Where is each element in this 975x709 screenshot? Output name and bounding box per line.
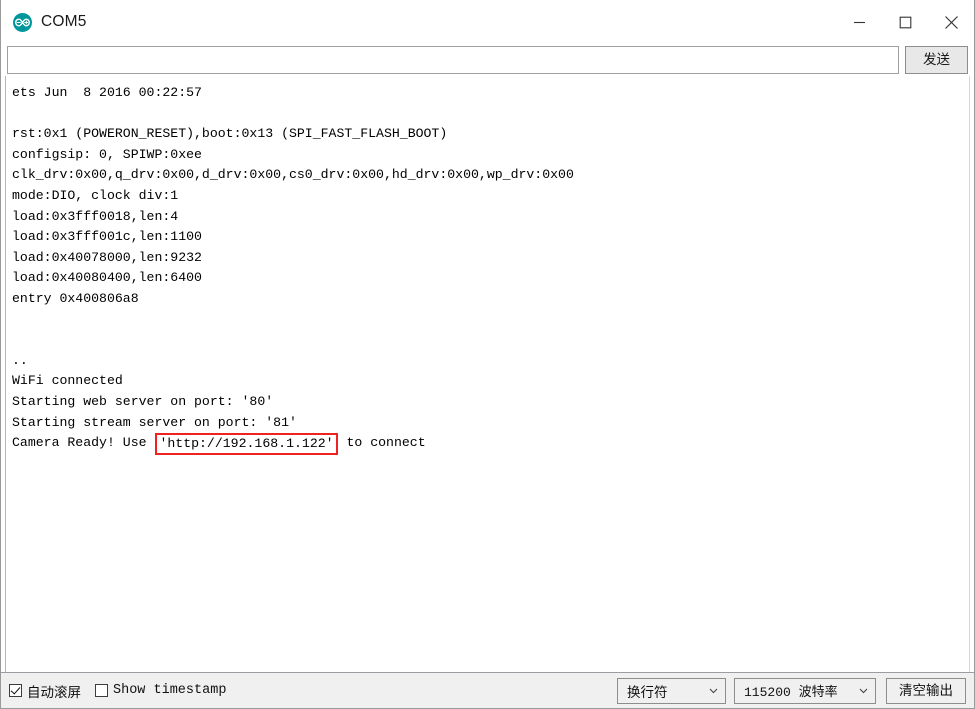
show-timestamp-checkbox[interactable]: [95, 684, 108, 697]
minimize-button[interactable]: [836, 0, 882, 44]
console-line: clk_drv:0x00,q_drv:0x00,d_drv:0x00,cs0_d…: [12, 167, 574, 183]
console-line: load:0x40080400,len:6400: [12, 270, 202, 286]
console-line-text: Camera Ready! Use: [12, 435, 155, 451]
line-ending-select[interactable]: 换行符: [617, 677, 726, 704]
bottom-toolbar: 自动滚屏 Show timestamp 换行符 115200 波特率 清空输出: [1, 672, 974, 708]
console-output-area[interactable]: ets Jun 8 2016 00:22:57 rst:0x1 (POWERON…: [5, 76, 970, 672]
baud-rate-select[interactable]: 115200 波特率: [734, 677, 876, 704]
minimize-icon: [853, 21, 865, 23]
maximize-icon: [899, 16, 911, 28]
console-line: rst:0x1 (POWERON_RESET),boot:0x13 (SPI_F…: [12, 126, 448, 142]
title-bar-left: COM5: [1, 12, 87, 32]
window-title: COM5: [41, 13, 87, 30]
console-line: WiFi connected: [12, 373, 123, 389]
serial-monitor-window: COM5 发送 ets Jun 8 2016 00:22:57 rst:0x1 …: [0, 0, 975, 709]
console-line: Camera Ready! Use 'http://192.168.1.122'…: [12, 433, 969, 456]
show-timestamp-label: Show timestamp: [113, 683, 227, 698]
arduino-infinity-icon: [13, 12, 32, 32]
console-line: ..: [12, 352, 28, 368]
console-text: ets Jun 8 2016 00:22:57 rst:0x1 (POWERON…: [6, 76, 969, 456]
highlighted-url: 'http://192.168.1.122': [155, 433, 338, 456]
title-bar: COM5: [1, 0, 974, 44]
maximize-button[interactable]: [882, 0, 928, 44]
console-line: configsip: 0, SPIWP:0xee: [12, 146, 202, 162]
autoscroll-checkbox[interactable]: [9, 684, 22, 697]
close-icon: [944, 15, 958, 29]
autoscroll-checkbox-group[interactable]: 自动滚屏: [9, 681, 81, 701]
window-controls: [836, 0, 974, 44]
console-line: Starting web server on port: '80': [12, 393, 274, 409]
line-ending-value: 换行符: [627, 684, 668, 700]
console-line: mode:DIO, clock div:1: [12, 187, 179, 203]
console-line-text: to connect: [338, 435, 426, 451]
baud-rate-value: 115200 波特率: [744, 685, 838, 700]
clear-output-button[interactable]: 清空输出: [886, 677, 966, 704]
chevron-down-icon: [709, 688, 718, 694]
show-timestamp-checkbox-group[interactable]: Show timestamp: [95, 683, 226, 698]
console-line: Starting stream server on port: '81': [12, 414, 297, 430]
send-input[interactable]: [7, 46, 899, 74]
console-line: entry 0x400806a8: [12, 290, 139, 306]
autoscroll-label: 自动滚屏: [27, 684, 81, 700]
send-button[interactable]: 发送: [905, 46, 968, 74]
chevron-down-icon: [859, 688, 868, 694]
send-row: 发送: [1, 44, 974, 76]
close-button[interactable]: [928, 0, 974, 44]
console-line: load:0x40078000,len:9232: [12, 249, 202, 265]
console-line: load:0x3fff0018,len:4: [12, 208, 179, 224]
console-line: load:0x3fff001c,len:1100: [12, 229, 202, 245]
console-line: ets Jun 8 2016 00:22:57: [12, 85, 202, 100]
